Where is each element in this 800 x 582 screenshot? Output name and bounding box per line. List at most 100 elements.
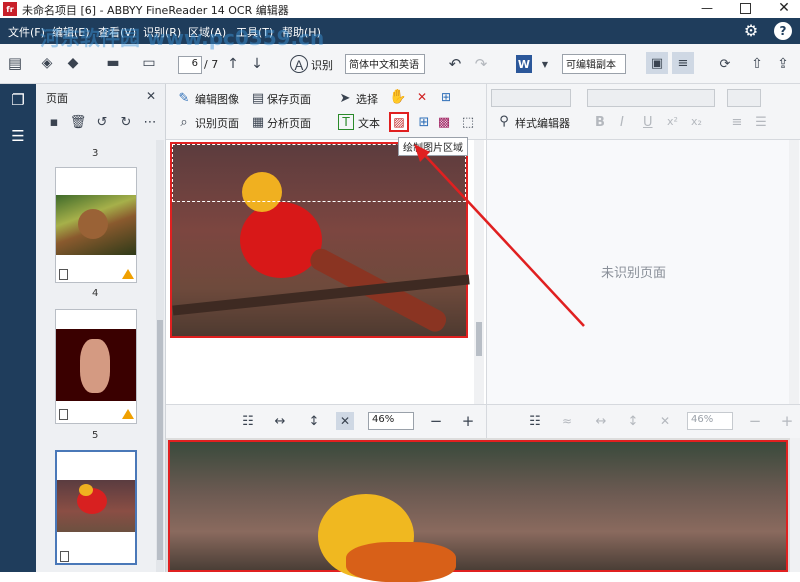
- thumbnail-scroll-thumb[interactable]: [157, 320, 163, 560]
- bird-body: [240, 202, 322, 278]
- save-dropdown-arrow-icon[interactable]: ▼: [540, 57, 550, 71]
- text-area-button[interactable]: 文本: [358, 115, 380, 131]
- page-total: / 7: [204, 58, 219, 71]
- background-picture-icon[interactable]: ▩: [436, 114, 452, 130]
- help-icon[interactable]: ?: [774, 22, 792, 40]
- menu-recognize[interactable]: 识别(R): [143, 24, 181, 40]
- text-list-icon[interactable]: ☷: [527, 413, 543, 429]
- menu-area[interactable]: 区域(A): [188, 24, 226, 40]
- align-center-icon[interactable]: ☰: [753, 114, 769, 130]
- font-select[interactable]: [587, 89, 715, 107]
- menu-edit[interactable]: 编辑(E): [52, 24, 90, 40]
- page-thumbnail-4[interactable]: [55, 167, 137, 283]
- layers-icon[interactable]: ◆: [64, 54, 82, 72]
- recognize-icon[interactable]: Ａ: [290, 55, 308, 74]
- undo-icon[interactable]: ↶: [446, 55, 464, 73]
- style-editor-button[interactable]: 样式编辑器: [515, 115, 570, 131]
- share-icon[interactable]: ⇪: [774, 55, 792, 73]
- picture-area-icon[interactable]: ▨: [389, 112, 409, 132]
- subscript-button[interactable]: x₂: [691, 115, 702, 128]
- text-view-icon[interactable]: ≡: [672, 52, 694, 74]
- zoomed-pane-scrollbar[interactable]: [790, 438, 800, 572]
- open-document-icon[interactable]: ▤: [6, 54, 24, 72]
- table-area-icon[interactable]: ⊞: [416, 114, 432, 130]
- select-tool-button[interactable]: 选择: [356, 91, 378, 107]
- recognize-page-icon[interactable]: ⌕: [176, 114, 192, 130]
- superscript-button[interactable]: x²: [667, 115, 678, 128]
- text-zoom-in-icon[interactable]: +: [779, 412, 795, 430]
- analyze-page-icon[interactable]: ▦: [250, 114, 266, 130]
- pages-panel-icon[interactable]: ❐: [8, 90, 28, 110]
- rotate-right-icon[interactable]: ↻: [118, 114, 134, 130]
- more-options-icon[interactable]: ⋯: [142, 114, 158, 130]
- edit-image-button[interactable]: 编辑图像: [195, 91, 239, 107]
- list-panel-icon[interactable]: ☰: [8, 126, 28, 146]
- hand-icon[interactable]: ✋: [389, 89, 406, 105]
- zoom-out-icon[interactable]: −: [428, 412, 444, 430]
- italic-button[interactable]: I: [620, 115, 624, 130]
- align-left-icon[interactable]: ≡: [729, 114, 745, 130]
- fit-height-icon[interactable]: ↕: [306, 413, 322, 429]
- fit-page-icon[interactable]: ✕: [336, 412, 354, 430]
- scan-icon[interactable]: ▬: [104, 54, 122, 72]
- text-fit-width-icon[interactable]: ↔: [593, 413, 609, 429]
- save-page-button[interactable]: 保存页面: [267, 91, 311, 107]
- bold-button[interactable]: B: [595, 115, 605, 130]
- reorder-area-icon[interactable]: ⊞: [438, 89, 454, 105]
- text-pane-scrollbar[interactable]: [789, 140, 799, 404]
- underline-button[interactable]: U: [643, 115, 653, 130]
- verify-icon[interactable]: ⟳: [716, 55, 734, 73]
- recognize-page-button[interactable]: 识别页面: [195, 115, 239, 131]
- page-thumbnail-6[interactable]: [55, 450, 137, 565]
- save-format-select[interactable]: 可编辑副本: [562, 54, 626, 74]
- custom-area-icon[interactable]: ⬚: [460, 114, 476, 130]
- font-size-select[interactable]: [727, 89, 761, 107]
- text-area-icon[interactable]: T: [338, 114, 354, 130]
- show-area-list-icon[interactable]: ☷: [240, 413, 256, 429]
- document-icon: [59, 269, 68, 280]
- language-select[interactable]: 简体中文和英语: [345, 54, 425, 74]
- previous-page-icon[interactable]: ↑: [225, 55, 241, 73]
- image-zoom-select[interactable]: 46%: [368, 412, 414, 430]
- text-zoom-out-icon[interactable]: −: [747, 412, 763, 430]
- page-thumbnail-5[interactable]: [55, 309, 137, 424]
- gear-icon[interactable]: ⚙: [742, 22, 760, 40]
- next-page-icon[interactable]: ↓: [249, 55, 265, 73]
- menu-tools[interactable]: 工具(T): [236, 24, 273, 40]
- text-format-icon[interactable]: ≈: [559, 413, 575, 429]
- text-fit-page-icon[interactable]: ✕: [657, 413, 673, 429]
- close-icon[interactable]: ✕: [776, 0, 792, 16]
- style-editor-icon[interactable]: ⚲: [497, 113, 511, 129]
- style-select[interactable]: [491, 89, 571, 107]
- zoom-in-icon[interactable]: +: [460, 412, 476, 430]
- menu-file[interactable]: 文件(F): [8, 24, 45, 40]
- page-number-input[interactable]: 6: [178, 56, 202, 74]
- menu-view[interactable]: 查看(V): [98, 24, 136, 40]
- edit-image-icon[interactable]: ✎: [176, 90, 192, 106]
- minimize-icon[interactable]: —: [700, 2, 714, 16]
- delete-area-icon[interactable]: ✕: [414, 89, 430, 105]
- select-cursor-icon[interactable]: ➤: [338, 90, 352, 106]
- maximize-icon[interactable]: [740, 3, 751, 14]
- main-toolbar: ▤ ◈ ◆ ▬ ▭ 6 / 7 ↑ ↓ Ａ 识别 简体中文和英语 ↶ ↷ W ▼…: [0, 44, 800, 84]
- thumbnail-scrollbar[interactable]: [156, 140, 164, 572]
- delete-page-icon[interactable]: 🗑: [70, 114, 87, 130]
- rotate-left-icon[interactable]: ↺: [94, 114, 110, 130]
- text-fit-height-icon[interactable]: ↕: [625, 413, 641, 429]
- print-icon[interactable]: ▭: [140, 54, 158, 72]
- close-panel-icon[interactable]: ✕: [144, 89, 158, 103]
- fit-width-icon[interactable]: ↔: [272, 413, 288, 429]
- menu-help[interactable]: 帮助(H): [282, 24, 321, 40]
- export-icon[interactable]: ⇧: [748, 55, 766, 73]
- zoomed-image-pane: [166, 438, 800, 582]
- add-pages-icon[interactable]: ◈: [38, 54, 56, 72]
- word-icon[interactable]: W: [516, 55, 532, 73]
- recognize-button[interactable]: 识别: [311, 57, 333, 73]
- redo-icon[interactable]: ↷: [472, 55, 490, 73]
- save-page-tool-icon[interactable]: ▤: [250, 90, 266, 106]
- save-page-icon[interactable]: ▪: [46, 114, 62, 130]
- text-zoom-select[interactable]: 46%: [687, 412, 733, 430]
- thumbnail-image-cheetah: [56, 329, 136, 401]
- image-view-icon[interactable]: ▣: [646, 52, 668, 74]
- analyze-page-button[interactable]: 分析页面: [267, 115, 311, 131]
